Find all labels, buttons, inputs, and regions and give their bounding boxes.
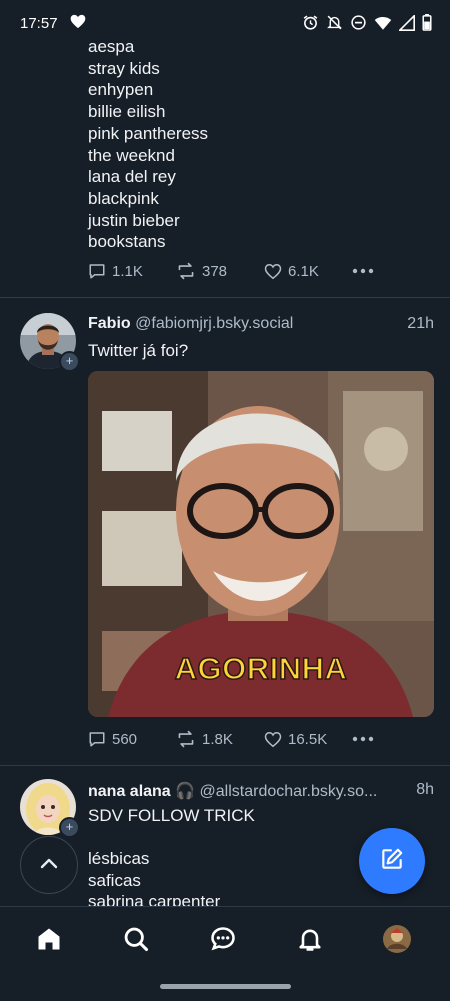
wifi-icon (374, 15, 392, 31)
post-3-line: saficas (88, 870, 141, 890)
follow-plus-icon[interactable]: + (59, 351, 80, 372)
post-1-text: aespa stray kids enhypen billie eilish p… (88, 36, 208, 253)
nav-notifications[interactable] (290, 921, 330, 961)
post-divider (0, 297, 450, 298)
post-1-line: pink pantheress (88, 123, 209, 143)
media-caption: AGORINHA (174, 650, 348, 687)
post-2-actions: 560 1.8K 16.5K (88, 730, 374, 748)
scroll-to-top-button[interactable] (20, 836, 78, 894)
like-count: 6.1K (288, 262, 319, 280)
post-divider (0, 765, 450, 766)
reply-count: 1.1K (112, 262, 143, 280)
post-1-line: lana del rey (88, 167, 176, 187)
chat-icon (209, 925, 237, 958)
author-name[interactable]: nana alana 🎧 (88, 783, 195, 800)
status-bar: 17:57 (0, 0, 450, 48)
like-button[interactable]: 16.5K (264, 731, 352, 748)
follow-plus-icon[interactable]: + (59, 817, 80, 838)
status-time: 17:57 (20, 15, 58, 32)
profile-avatar (383, 924, 411, 958)
more-options-button[interactable] (352, 268, 374, 274)
home-icon (35, 925, 63, 958)
like-button[interactable]: 6.1K (264, 263, 352, 280)
reply-icon (88, 262, 106, 280)
nav-profile[interactable] (377, 921, 417, 961)
author-handle[interactable]: @allstardochar.bsky.so... (200, 783, 378, 800)
battery-icon (422, 14, 432, 31)
alarm-icon (302, 14, 319, 31)
post-1-line: billie eilish (88, 102, 166, 122)
post-3-header: nana alana 🎧 @allstardochar.bsky.so... (88, 781, 377, 801)
post-3-line: lésbicas (88, 849, 150, 868)
gesture-home-bar[interactable] (160, 984, 291, 989)
more-options-button[interactable] (352, 736, 374, 742)
post-1-line: bookstans (88, 232, 166, 252)
chevron-up-icon (40, 856, 58, 874)
author-name[interactable]: Fabio (88, 315, 131, 332)
reply-button[interactable]: 560 (88, 730, 176, 748)
repost-button[interactable]: 1.8K (176, 730, 264, 748)
more-icon (352, 736, 374, 742)
compose-post-button[interactable] (359, 828, 425, 894)
post-1-line: enhypen (88, 80, 154, 100)
post-3-text: SDV FOLLOW TRICK (88, 806, 255, 825)
heart-notification-icon (70, 14, 86, 34)
reply-icon (88, 730, 106, 748)
repost-button[interactable]: 378 (176, 262, 264, 280)
bell-icon (296, 925, 324, 958)
reply-button[interactable]: 1.1K (88, 262, 176, 280)
muted-bell-icon (326, 14, 343, 31)
do-not-disturb-icon (350, 14, 367, 31)
post-media-gif[interactable]: AGORINHA (88, 371, 434, 717)
nav-home[interactable] (29, 921, 69, 961)
nav-search[interactable] (116, 921, 156, 961)
post-2-text: Twitter já foi? (88, 341, 189, 360)
heart-icon (264, 731, 282, 748)
repost-icon (176, 262, 196, 280)
post-1-line: aespa (88, 37, 135, 56)
author-handle[interactable]: @fabiomjrj.bsky.social (135, 315, 293, 332)
more-icon (352, 268, 374, 274)
repost-count: 378 (202, 262, 228, 280)
post-1-line: blackpink (88, 188, 159, 208)
compose-icon (379, 846, 405, 877)
post-2-header: Fabio @fabiomjrj.bsky.social (88, 315, 293, 333)
repost-count: 1.8K (202, 730, 233, 748)
repost-icon (176, 730, 196, 748)
signal-icon (399, 14, 415, 31)
post-1-line: stray kids (88, 58, 160, 78)
post-3-list: lésbicas saficas sabrina carpenter (88, 848, 220, 913)
heart-icon (264, 263, 282, 280)
reply-count: 560 (112, 730, 138, 748)
post-1-line: the weeknd (88, 145, 175, 165)
post-time: 8h (416, 781, 434, 798)
post-1-actions: 1.1K 378 6.1K (88, 262, 374, 280)
post-1-line: justin bieber (88, 210, 180, 230)
search-icon (122, 925, 150, 958)
like-count: 16.5K (288, 730, 328, 748)
nav-chat[interactable] (203, 921, 243, 961)
post-time: 21h (407, 315, 434, 332)
status-icons (302, 14, 432, 31)
